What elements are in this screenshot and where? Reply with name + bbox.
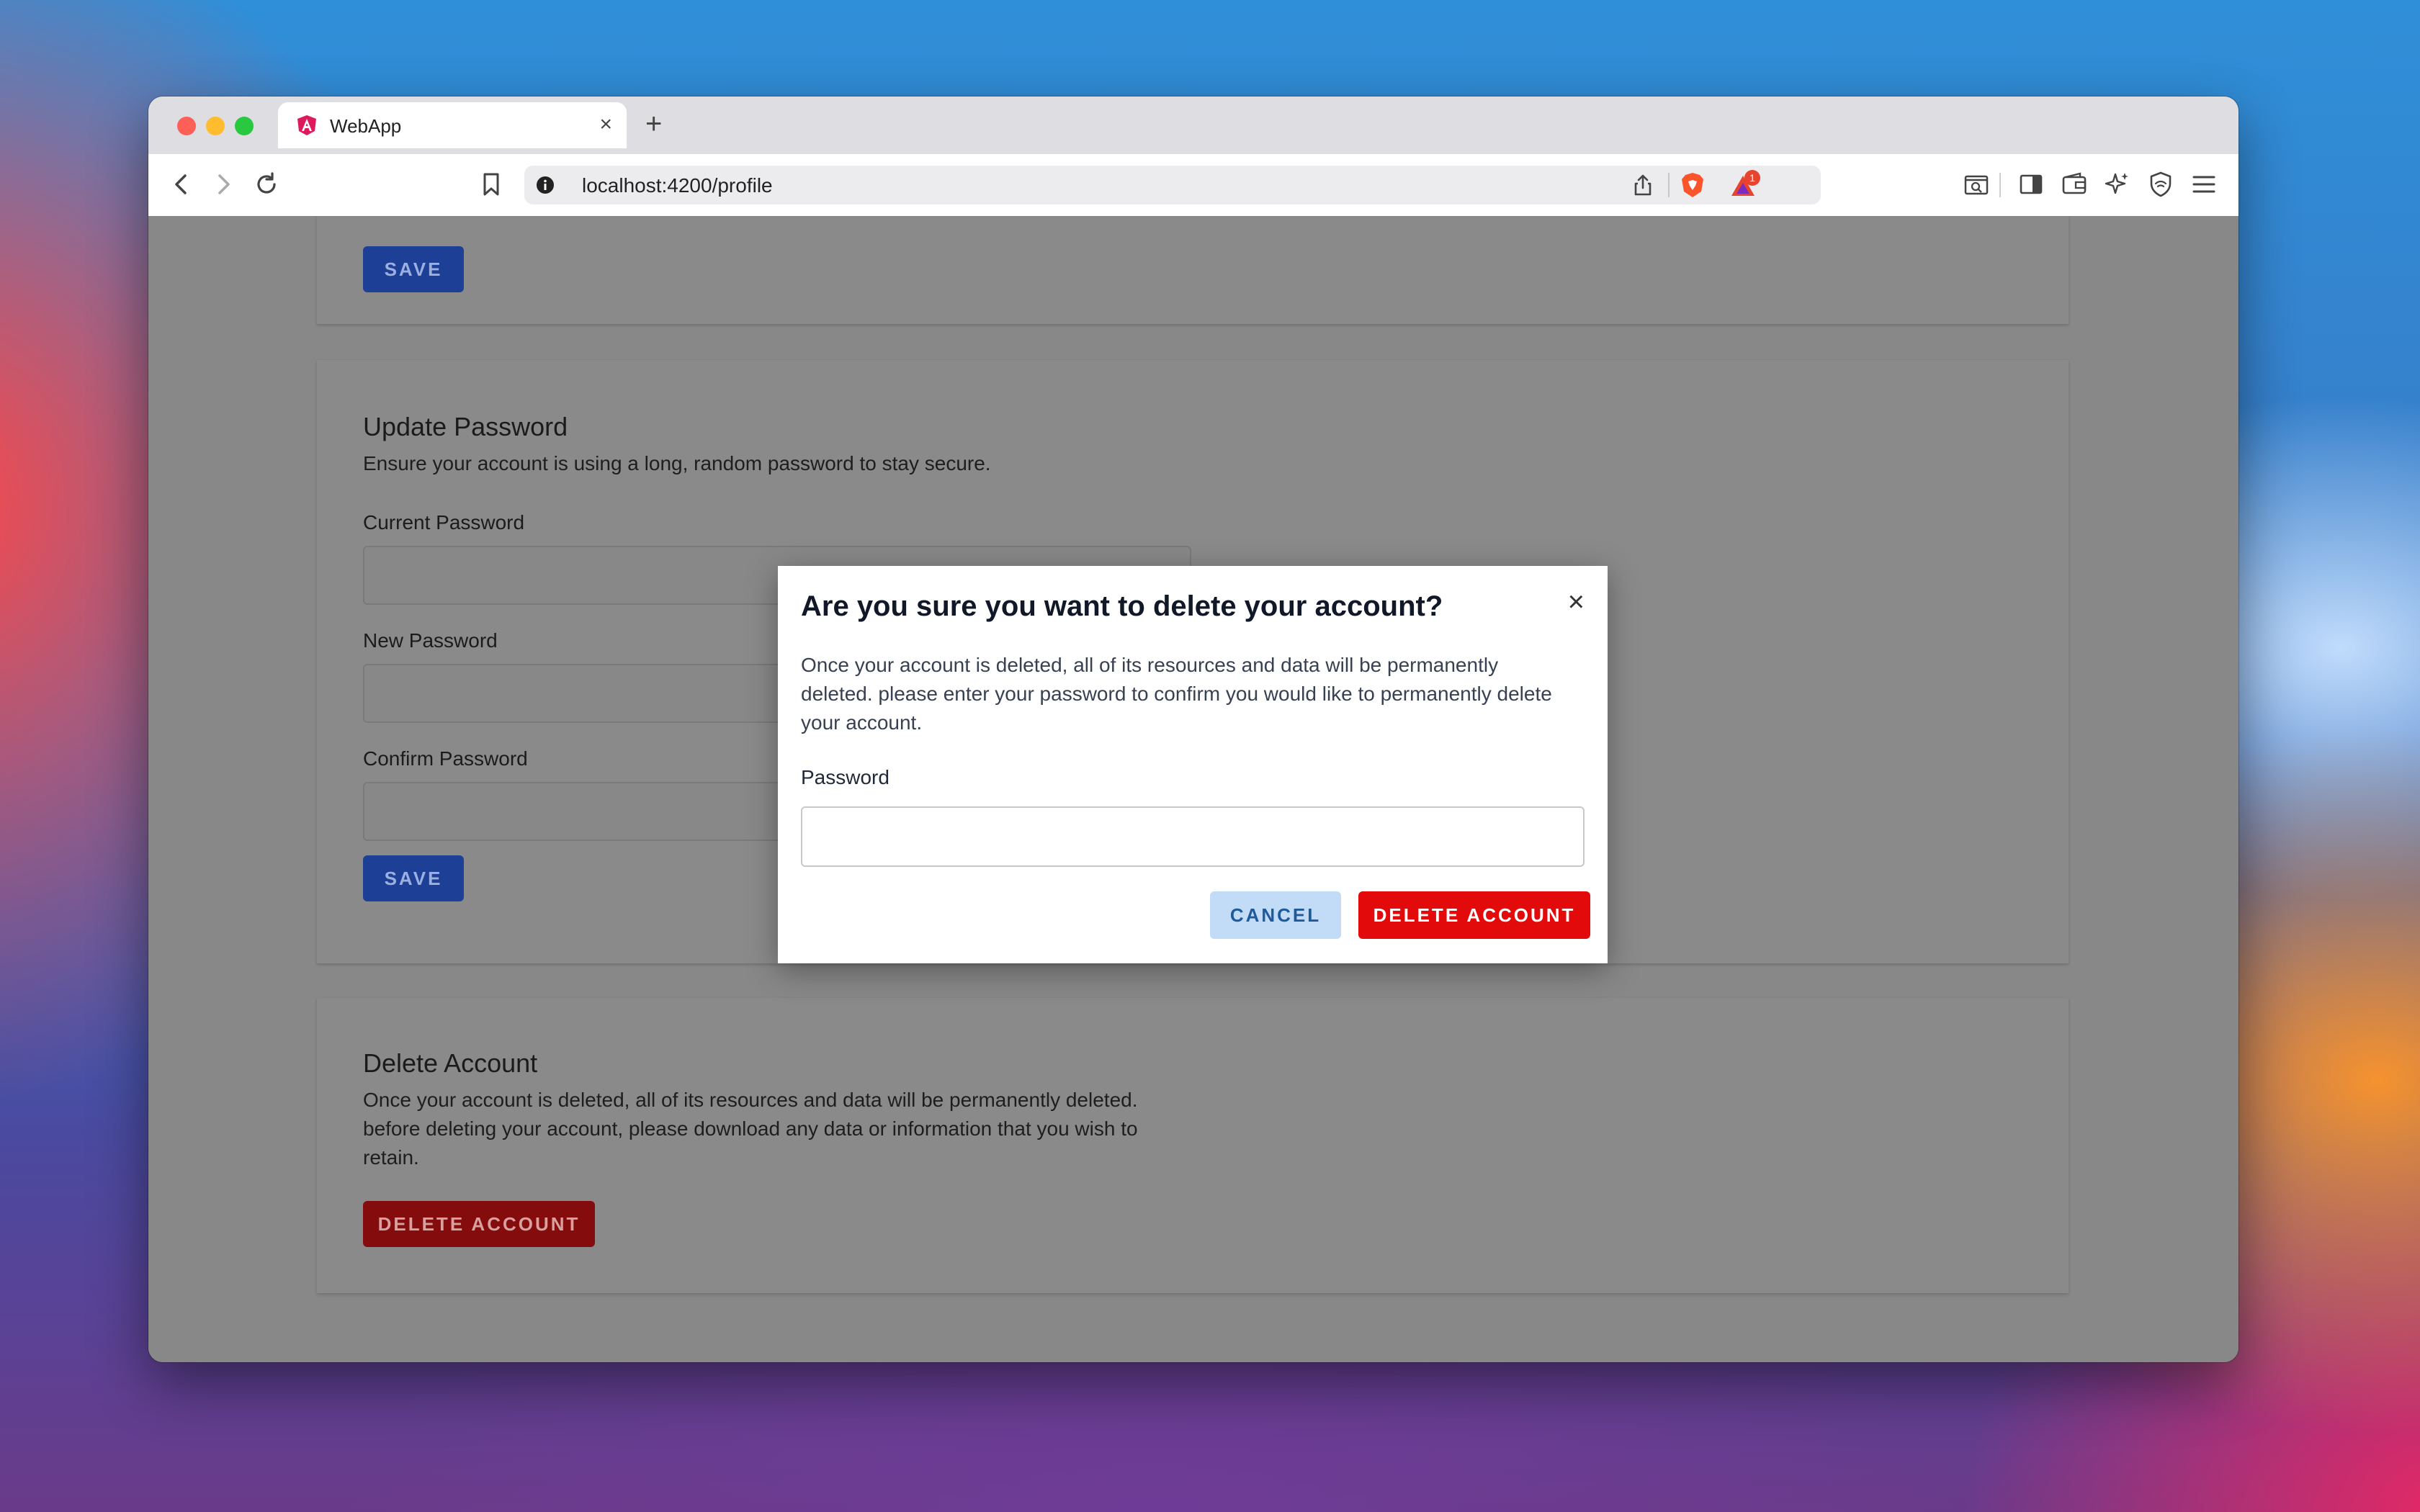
tab-close-icon[interactable]: × [599,112,612,137]
tab-bar: WebApp × + [148,96,2238,154]
reload-icon[interactable] [252,170,281,199]
dialog-close-icon[interactable]: × [1568,588,1585,616]
delete-account-description: Once your account is deleted, all of its… [363,1089,1138,1169]
dialog-password-label: Password [801,766,889,788]
current-password-label: Current Password [363,511,525,534]
site-info-icon[interactable] [536,176,555,194]
angular-icon [297,115,316,135]
vpn-shield-icon[interactable] [2146,170,2175,199]
tab-title: WebApp [330,115,402,137]
dialog-delete-account-button[interactable]: DELETE ACCOUNT [1358,891,1590,939]
bookmark-icon[interactable] [477,170,506,199]
dialog-cancel-button[interactable]: CANCEL [1210,891,1341,939]
address-bar[interactable]: localhost:4200/profile 1 [524,166,1821,204]
update-password-title: Update Password [363,412,568,441]
back-icon[interactable] [167,170,196,199]
delete-account-title: Delete Account [363,1048,538,1078]
dialog-message: Once your account is deleted, all of its… [801,654,1552,734]
new-password-label: New Password [363,629,498,652]
delete-account-card: Delete Account Once your account is dele… [317,998,2069,1293]
wallet-icon[interactable] [2060,170,2089,199]
new-tab-button[interactable]: + [645,108,662,140]
share-icon[interactable] [1631,173,1655,197]
profile-info-card: SAVE [317,216,2069,324]
close-window-button[interactable] [177,117,196,135]
delete-account-button[interactable]: DELETE ACCOUNT [363,1201,595,1247]
browser-window: WebApp × + localhost:4200/profile 1 SAVE… [148,96,2238,1362]
dialog-password-input[interactable] [801,806,1585,867]
confirm-password-label: Confirm Password [363,747,528,770]
reader-mode-icon[interactable] [1962,170,1991,199]
notification-badge: 1 [1744,170,1760,186]
profile-save-button[interactable]: SAVE [363,246,464,292]
browser-tab[interactable]: WebApp × [278,102,627,148]
toolbar-separator [1999,173,2001,197]
menu-icon[interactable] [2190,170,2218,199]
maximize-window-button[interactable] [235,117,254,135]
dialog-title: Are you sure you want to delete your acc… [801,590,1443,622]
browser-toolbar: localhost:4200/profile 1 [148,154,2238,217]
password-save-button[interactable]: SAVE [363,855,464,901]
delete-account-dialog: Are you sure you want to delete your acc… [778,566,1608,963]
brave-shields-icon[interactable] [1680,171,1706,199]
minimize-window-button[interactable] [206,117,225,135]
sidebar-icon[interactable] [2017,170,2045,199]
address-separator [1668,173,1670,197]
forward-icon[interactable] [209,170,238,199]
url-text[interactable]: localhost:4200/profile [582,174,773,197]
update-password-description: Ensure your account is using a long, ran… [363,452,991,474]
leo-ai-icon[interactable] [2103,170,2132,199]
